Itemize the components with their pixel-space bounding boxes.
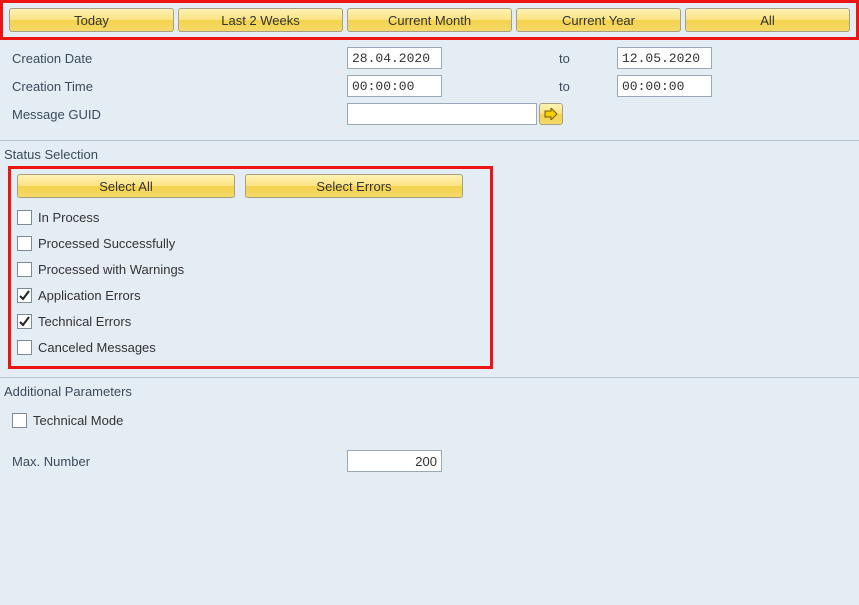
message-guid-input[interactable] xyxy=(347,103,537,125)
max-number-label: Max. Number xyxy=(12,454,347,469)
creation-time-to-input[interactable] xyxy=(617,75,712,97)
creation-time-row: Creation Time to xyxy=(12,72,847,100)
status-in-process-label: In Process xyxy=(38,210,99,225)
status-selection-highlight: Select All Select Errors In Process Proc… xyxy=(8,166,493,369)
creation-date-label: Creation Date xyxy=(12,51,347,66)
status-application-errors-row: Application Errors xyxy=(17,282,484,308)
status-in-process-row: In Process xyxy=(17,204,484,230)
status-selection-toolbar: Select All Select Errors xyxy=(17,172,484,204)
status-selection-header: Status Selection xyxy=(0,141,859,166)
status-processed-warnings-label: Processed with Warnings xyxy=(38,262,184,277)
status-canceled-messages-checkbox[interactable] xyxy=(17,340,32,355)
status-in-process-checkbox[interactable] xyxy=(17,210,32,225)
all-button[interactable]: All xyxy=(685,8,850,32)
message-guid-label: Message GUID xyxy=(12,107,347,122)
message-guid-row: Message GUID xyxy=(12,100,847,128)
message-guid-multi-select-button[interactable] xyxy=(539,103,563,125)
check-icon xyxy=(19,290,30,301)
creation-time-to-label: to xyxy=(559,79,617,94)
arrow-right-icon xyxy=(544,108,558,120)
additional-parameters: Technical Mode Max. Number xyxy=(0,403,859,487)
status-canceled-messages-label: Canceled Messages xyxy=(38,340,156,355)
status-technical-errors-label: Technical Errors xyxy=(38,314,131,329)
status-processed-successfully-label: Processed Successfully xyxy=(38,236,175,251)
status-processed-successfully-checkbox[interactable] xyxy=(17,236,32,251)
status-application-errors-checkbox[interactable] xyxy=(17,288,32,303)
select-errors-button[interactable]: Select Errors xyxy=(245,174,463,198)
max-number-input[interactable] xyxy=(347,450,442,472)
status-processed-successfully-row: Processed Successfully xyxy=(17,230,484,256)
select-all-button[interactable]: Select All xyxy=(17,174,235,198)
creation-date-row: Creation Date to xyxy=(12,44,847,72)
technical-mode-label: Technical Mode xyxy=(33,413,123,428)
max-number-row: Max. Number xyxy=(12,447,847,475)
current-month-button[interactable]: Current Month xyxy=(347,8,512,32)
date-range-toolbar: Today Last 2 Weeks Current Month Current… xyxy=(5,5,854,35)
today-button[interactable]: Today xyxy=(9,8,174,32)
creation-date-from-input[interactable] xyxy=(347,47,442,69)
creation-time-from-input[interactable] xyxy=(347,75,442,97)
status-processed-warnings-checkbox[interactable] xyxy=(17,262,32,277)
status-canceled-messages-row: Canceled Messages xyxy=(17,334,484,360)
technical-mode-checkbox[interactable] xyxy=(12,413,27,428)
creation-time-label: Creation Time xyxy=(12,79,347,94)
technical-mode-row: Technical Mode xyxy=(12,407,847,433)
status-technical-errors-row: Technical Errors xyxy=(17,308,484,334)
creation-date-to-label: to xyxy=(559,51,617,66)
creation-date-to-input[interactable] xyxy=(617,47,712,69)
check-icon xyxy=(19,316,30,327)
additional-parameters-header: Additional Parameters xyxy=(0,378,859,403)
status-processed-warnings-row: Processed with Warnings xyxy=(17,256,484,282)
date-range-toolbar-highlight: Today Last 2 Weeks Current Month Current… xyxy=(0,0,859,40)
current-year-button[interactable]: Current Year xyxy=(516,8,681,32)
status-application-errors-label: Application Errors xyxy=(38,288,141,303)
status-technical-errors-checkbox[interactable] xyxy=(17,314,32,329)
last-2-weeks-button[interactable]: Last 2 Weeks xyxy=(178,8,343,32)
selection-criteria: Creation Date to Creation Time to Messag… xyxy=(0,40,859,138)
